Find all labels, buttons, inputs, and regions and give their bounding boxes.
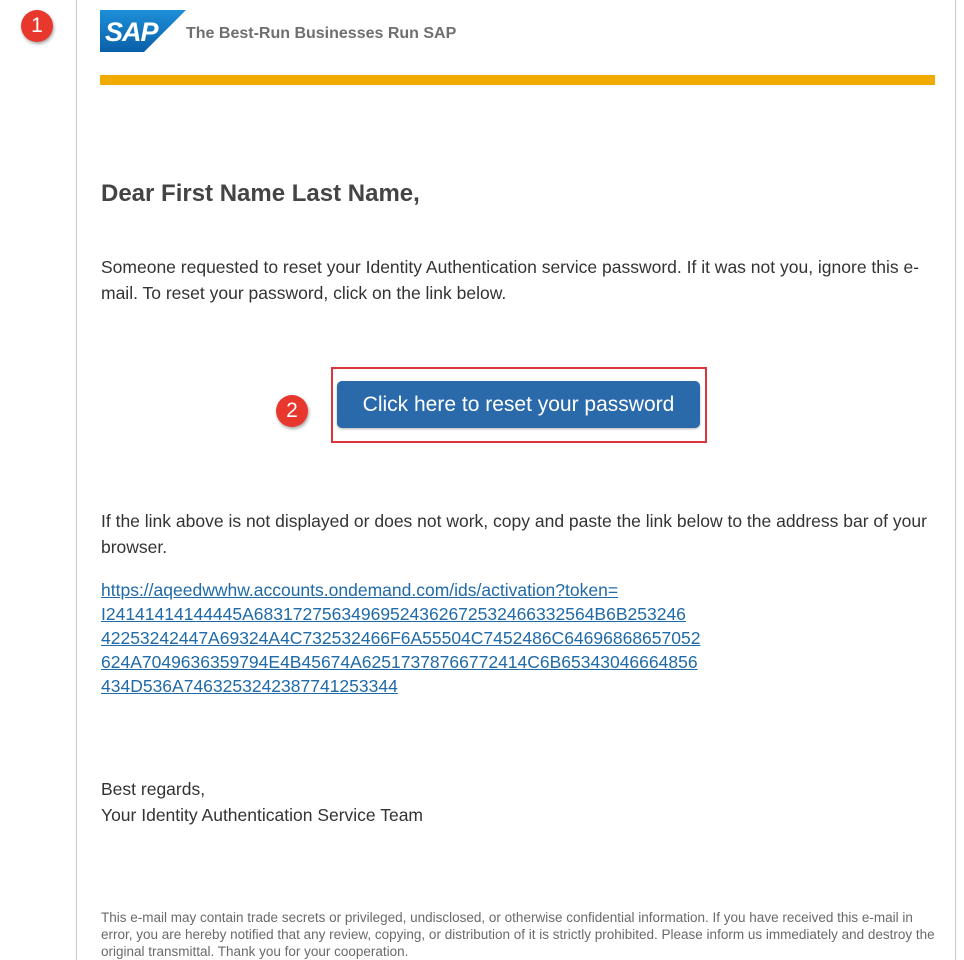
activation-link-line[interactable]: 434D536A7463253242387741253344 xyxy=(101,674,931,698)
intro-text: Someone requested to reset your Identity… xyxy=(101,257,920,303)
email-body: SAP The Best-Run Businesses Run SAP Dear… xyxy=(76,0,956,960)
closing-signature: Your Identity Authentication Service Tea… xyxy=(101,805,424,825)
activation-link[interactable]: https://aqeedwwhw.accounts.ondemand.com/… xyxy=(101,578,931,698)
sap-logo-text: SAP xyxy=(105,17,160,47)
step-1-badge: 1 xyxy=(21,10,53,42)
activation-link-line[interactable]: 42253242447A69324A4C732532466F6A55504C74… xyxy=(101,626,931,650)
sap-logo: SAP xyxy=(100,10,186,52)
reset-password-button[interactable]: Click here to reset your password xyxy=(337,381,700,428)
step-2-badge: 2 xyxy=(276,395,308,427)
tagline: The Best-Run Businesses Run SAP xyxy=(186,25,457,42)
closing-salutation: Best regards, xyxy=(101,779,206,799)
email-header: SAP The Best-Run Businesses Run SAP xyxy=(100,8,456,54)
greeting: Dear First Name Last Name, xyxy=(101,180,420,207)
header-divider xyxy=(100,75,935,85)
fallback-text: If the link above is not displayed or do… xyxy=(101,511,927,557)
activation-link-line[interactable]: I24141414144445A683172756349695243626725… xyxy=(101,602,931,626)
activation-link-line[interactable]: 624A7049636359794E4B45674A62517378766772… xyxy=(101,650,931,674)
page: 1 SAP The Best-Run Businesses Run SAP De… xyxy=(0,0,964,960)
closing: Best regards, Your Identity Authenticati… xyxy=(101,776,423,828)
legal-disclaimer: This e-mail may contain trade secrets or… xyxy=(101,910,935,959)
activation-link-line[interactable]: https://aqeedwwhw.accounts.ondemand.com/… xyxy=(101,578,931,602)
